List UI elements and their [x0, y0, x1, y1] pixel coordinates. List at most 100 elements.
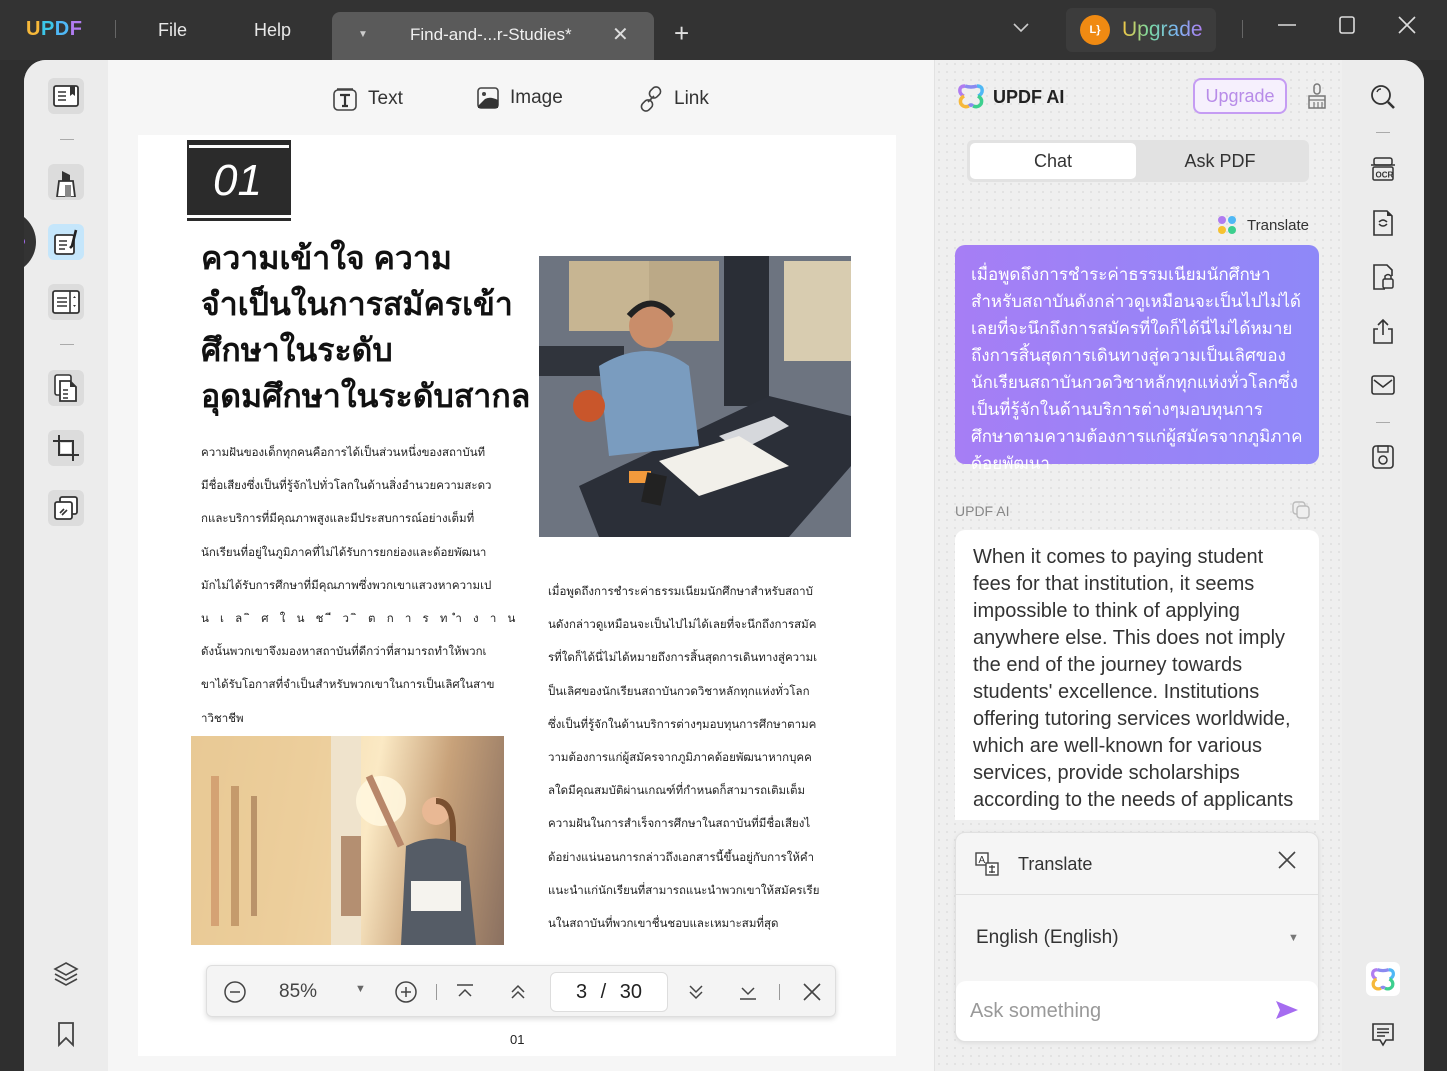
zoom-dropdown-icon[interactable]: ▼	[355, 983, 366, 995]
ai-response-bubble: When it comes to paying student fees for…	[955, 530, 1319, 820]
translate-chip-label: Translate	[1247, 216, 1309, 234]
search-icon	[1371, 85, 1395, 109]
photo-student-laptop[interactable]	[539, 256, 851, 537]
updf-ai-icon	[1371, 968, 1395, 991]
photo-student-laptop-graphic	[539, 256, 851, 537]
close-zoom-bar-button[interactable]	[801, 981, 823, 1008]
close-translate-button[interactable]	[1276, 849, 1298, 878]
translate-dots-icon	[1218, 216, 1236, 234]
comment-tool-button[interactable]	[48, 164, 84, 200]
send-icon[interactable]	[1274, 999, 1300, 1021]
next-page-button[interactable]	[686, 982, 706, 1007]
form-tool-button[interactable]	[48, 284, 84, 320]
user-message-bubble: เมื่อพูดถึงการชำระค่าธรรมเนียมนักศึกษาสำ…	[955, 245, 1319, 473]
ai-panel: UPDF AI Upgrade Chat Ask PDF Translate เ…	[934, 60, 1342, 1071]
zoom-in-button[interactable]	[394, 980, 418, 1009]
text-label: Text	[368, 88, 403, 109]
app-window: Text Image Link 01 ความเข้าใจ ความจำเป็น…	[24, 60, 1424, 1071]
organize-pages-button[interactable]	[48, 370, 84, 406]
ask-input[interactable]	[970, 995, 1260, 1027]
search-button[interactable]	[1368, 82, 1398, 112]
page-footer-number: 01	[510, 1032, 525, 1047]
tab-ask-pdf[interactable]: Ask PDF	[1137, 143, 1303, 179]
target-language-select[interactable]: English (English)	[976, 927, 1119, 949]
menu-help[interactable]: Help	[254, 20, 291, 41]
text-line: ขาได้รับโอกาสที่จำเป็นสำหรับพวกเขาในการเ…	[201, 679, 495, 692]
share-button[interactable]	[1368, 316, 1398, 346]
text-line: ดังนั้นพวกเขาจึงมองหาสถาบันที่ดีกว่าที่ส…	[201, 646, 487, 659]
layers-icon	[53, 962, 79, 986]
ai-panel-header: UPDF AI Upgrade	[935, 60, 1342, 122]
edit-pdf-tool-button[interactable]	[48, 224, 84, 260]
bookmark-button[interactable]	[48, 1016, 84, 1052]
add-text-button[interactable]: Text	[332, 86, 403, 112]
right-toolbar: OCR	[1342, 60, 1424, 1071]
previous-page-button[interactable]	[508, 982, 528, 1007]
protect-button[interactable]	[1368, 262, 1398, 292]
avatar[interactable]: L}	[1080, 15, 1110, 45]
logo-letter: P	[40, 18, 55, 40]
maximize-button[interactable]	[1336, 14, 1358, 42]
page-number-input[interactable]: 3 / 30	[550, 972, 668, 1012]
left-paragraph[interactable]: ความฝันของเด็กทุกคนคือการได้เป็นส่วนหนึ่…	[201, 437, 521, 736]
text-line: าวิชาชีพ	[201, 712, 244, 725]
zoom-in-icon	[395, 981, 417, 1003]
updf-ai-button[interactable]	[1366, 962, 1400, 996]
ai-upgrade-button[interactable]: Upgrade	[1193, 78, 1287, 114]
save-button[interactable]	[1368, 442, 1398, 472]
tab-dropdown-icon[interactable]: ▼	[358, 29, 368, 40]
tab-chat[interactable]: Chat	[970, 143, 1136, 179]
document-tab[interactable]: ▼ Find-and-...r-Studies* ✕	[332, 12, 654, 60]
add-image-button[interactable]: Image	[476, 86, 563, 110]
protect-file-icon	[1373, 264, 1394, 290]
comment-list-icon	[1372, 1023, 1394, 1047]
ocr-icon: OCR	[1371, 157, 1395, 181]
link-icon	[640, 86, 662, 112]
ocr-button[interactable]: OCR	[1368, 154, 1398, 184]
add-link-button[interactable]: Link	[638, 86, 709, 112]
comments-button[interactable]	[1368, 1020, 1398, 1050]
first-page-icon	[457, 984, 473, 997]
watermark-icon	[54, 496, 78, 520]
copy-icon[interactable]	[1291, 500, 1311, 520]
language-dropdown-icon[interactable]: ▼	[1288, 932, 1299, 944]
svg-text:A: A	[979, 855, 986, 866]
zoom-level[interactable]: 85%	[279, 981, 317, 1003]
reader-tool-button[interactable]	[48, 78, 84, 114]
last-page-button[interactable]	[738, 982, 758, 1007]
layers-button[interactable]	[48, 956, 84, 992]
page-heading[interactable]: ความเข้าใจ ความจำเป็นในการสมัครเข้าศึกษา…	[201, 235, 531, 419]
watermark-tool-button[interactable]	[48, 490, 84, 526]
image-label: Image	[510, 87, 563, 108]
crop-tool-button[interactable]	[48, 430, 84, 466]
total-pages: 30	[619, 981, 643, 1003]
convert-button[interactable]	[1368, 208, 1398, 238]
email-button[interactable]	[1368, 370, 1398, 400]
ai-panel-title: UPDF AI	[993, 87, 1065, 107]
photo-student-library[interactable]	[191, 736, 504, 945]
new-tab-button[interactable]: +	[674, 20, 689, 46]
divider	[1376, 422, 1390, 423]
divider	[779, 984, 780, 1000]
section-number: 01	[213, 156, 262, 205]
first-page-button[interactable]	[455, 982, 475, 1007]
logo-letter: F	[69, 18, 83, 40]
menu-file[interactable]: File	[158, 20, 187, 41]
text-line: ด้อย่างแน่นอนการกล่าวถึงเอกสารนี้ขึ้นอยู…	[548, 851, 815, 864]
current-page: 3	[575, 981, 588, 1003]
right-paragraph[interactable]: เมื่อพูดถึงการชำระค่าธรรมเนียมนักศึกษาสำ…	[548, 576, 868, 941]
tabs-dropdown-icon[interactable]	[1012, 20, 1030, 38]
reader-icon	[53, 85, 79, 107]
bookmark-icon	[58, 1022, 74, 1048]
title-bar: UPDF File Help ▼ Find-and-...r-Studies* …	[0, 0, 1447, 60]
close-window-button[interactable]	[1396, 14, 1418, 42]
zoom-out-button[interactable]	[223, 980, 247, 1009]
edit-pdf-icon	[54, 229, 78, 255]
email-icon	[1371, 375, 1395, 395]
upgrade-button[interactable]: L} Upgrade	[1066, 8, 1216, 52]
clear-chat-brush-icon[interactable]	[1307, 82, 1327, 110]
minimize-button[interactable]	[1276, 14, 1298, 42]
logo-letter: U	[26, 18, 41, 40]
tab-close-icon[interactable]: ✕	[612, 22, 629, 47]
text-line: มักไม่ได้รับการศึกษาที่มีคุณภาพซึ่งพวกเข…	[201, 579, 492, 592]
